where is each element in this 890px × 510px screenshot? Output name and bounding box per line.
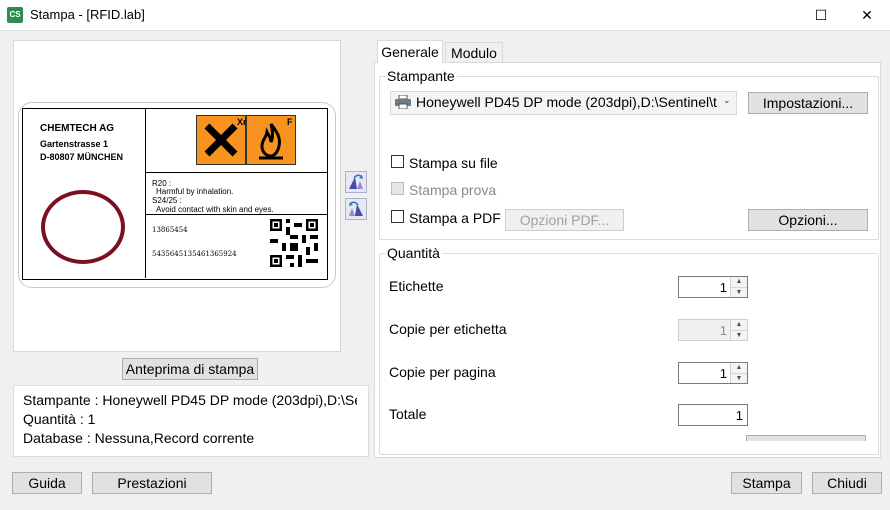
rotate-right-button[interactable] (345, 171, 367, 193)
total-label: Totale (389, 406, 427, 422)
pdf-options-button[interactable]: Opzioni PDF... (505, 209, 624, 231)
quantity-group-title: Quantità (385, 245, 442, 261)
app-icon: CS (7, 7, 23, 23)
rotate-left-icon (349, 201, 363, 216)
labels-stepper[interactable]: 1 ▲ ▼ (678, 276, 748, 298)
partial-button[interactable] (746, 435, 866, 441)
summary-printer: Stampante : Honeywell PD45 DP mode (203d… (23, 392, 357, 408)
close-button[interactable]: Chiudi (812, 472, 882, 494)
barcode-long-text: 5435645135461365924 (152, 250, 237, 258)
chevron-down-icon: ⌄ (723, 95, 731, 105)
stepper-down-icon[interactable]: ▼ (731, 330, 747, 340)
qr-code-icon (270, 219, 318, 267)
label-divider (145, 172, 327, 173)
summary-database: Database : Nessuna,Record corrente (23, 430, 255, 446)
test-print-checkbox[interactable] (391, 182, 404, 195)
stepper-down-icon[interactable]: ▼ (731, 287, 747, 297)
rotate-left-button[interactable] (345, 198, 367, 220)
copies-per-label-label: Copie per etichetta (389, 321, 507, 337)
stepper-down-icon[interactable]: ▼ (731, 373, 747, 383)
printer-group-title: Stampante (385, 68, 457, 84)
test-print-label: Stampa prova (409, 182, 497, 198)
phrase-s-text: Avoid contact with skin and eyes. (156, 205, 274, 214)
phrase-r-text: Harmful by inhalation. (156, 187, 234, 196)
printer-settings-button[interactable]: Impostazioni... (748, 92, 868, 114)
stepper-up-icon[interactable]: ▲ (731, 363, 747, 373)
window-title: Stampa - [RFID.lab] (30, 7, 145, 22)
hazard-f-code: F (287, 117, 293, 127)
copies-per-page-stepper[interactable]: 1 ▲ ▼ (678, 362, 748, 384)
print-to-file-label: Stampa su file (409, 155, 498, 171)
copies-per-page-label: Copie per pagina (389, 364, 496, 380)
print-button[interactable]: Stampa (731, 472, 802, 494)
label-divider (145, 214, 327, 215)
print-preview-button[interactable]: Anteprima di stampa (122, 358, 258, 380)
label-company: CHEMTECH AG (40, 123, 115, 134)
help-button[interactable]: Guida (12, 472, 82, 494)
labels-label: Etichette (389, 278, 444, 294)
rotate-right-icon (349, 174, 363, 189)
labels-value: 1 (719, 280, 727, 295)
stepper-up-icon[interactable]: ▲ (731, 277, 747, 287)
print-to-file-checkbox[interactable] (391, 155, 404, 168)
copies-per-label-value: 1 (719, 323, 727, 338)
label-city: D-80807 MÜNCHEN (40, 152, 124, 162)
tab-generale[interactable]: Generale (377, 40, 443, 63)
close-window-button[interactable]: ✕ (844, 0, 890, 30)
phrase-s-code: S24/25 : (152, 196, 182, 205)
print-pdf-checkbox[interactable] (391, 210, 404, 223)
maximize-button[interactable]: ☐ (798, 0, 844, 30)
total-field[interactable]: 1 (678, 404, 748, 426)
printer-select-value: Honeywell PD45 DP mode (203dpi),D:\Senti… (416, 94, 718, 110)
label-street: Gartenstrasse 1 (40, 139, 109, 149)
stepper-up-icon[interactable]: ▲ (731, 320, 747, 330)
barcode-short-text: 13865454 (152, 226, 188, 234)
performance-button[interactable]: Prestazioni (92, 472, 212, 494)
quantity-groupbox (379, 253, 879, 455)
copies-per-page-value: 1 (719, 366, 727, 381)
print-pdf-label: Stampa a PDF (409, 210, 501, 226)
tab-modulo[interactable]: Modulo (445, 42, 503, 62)
total-value: 1 (735, 408, 743, 423)
seal-circle (41, 190, 125, 264)
summary-quantity: Quantità : 1 (23, 411, 96, 427)
label-divider (145, 108, 146, 278)
printer-icon (395, 94, 411, 110)
options-button[interactable]: Opzioni... (748, 209, 868, 231)
copies-per-label-stepper[interactable]: 1 ▲ ▼ (678, 319, 748, 341)
